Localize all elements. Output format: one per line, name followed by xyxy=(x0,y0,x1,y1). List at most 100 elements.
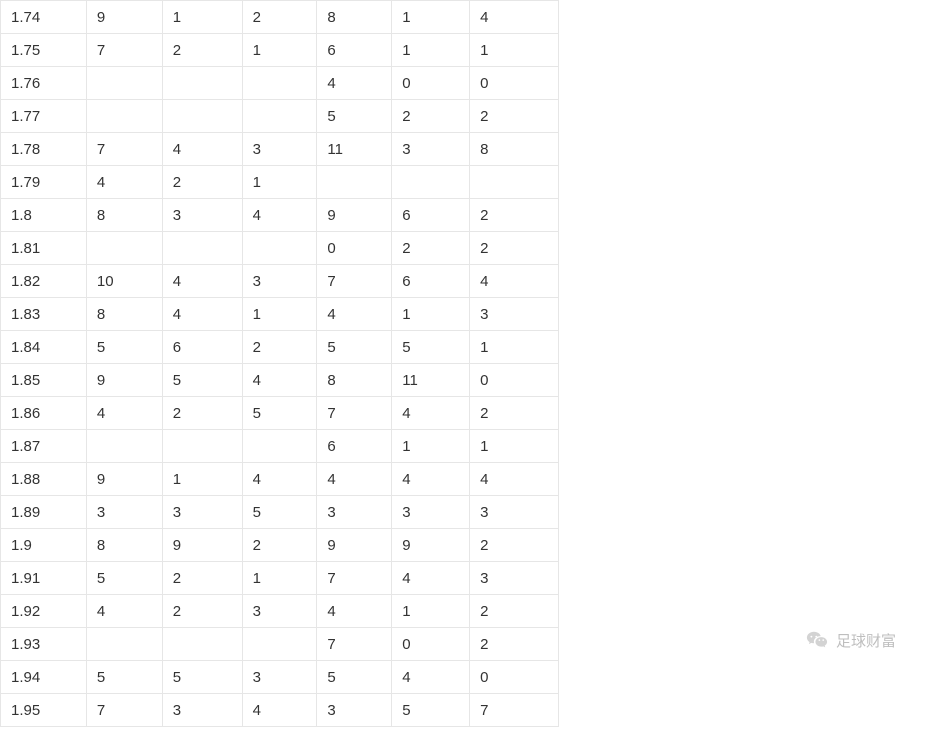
table-cell: 1.95 xyxy=(1,694,87,727)
table-cell: 0 xyxy=(392,67,470,100)
table-cell: 5 xyxy=(86,661,162,694)
table-cell: 3 xyxy=(317,496,392,529)
table-cell: 5 xyxy=(317,100,392,133)
table-cell: 1 xyxy=(470,430,559,463)
table-cell: 7 xyxy=(317,397,392,430)
table-cell: 5 xyxy=(392,331,470,364)
table-cell: 5 xyxy=(162,364,242,397)
table-cell: 7 xyxy=(470,694,559,727)
table-cell: 0 xyxy=(470,661,559,694)
table-cell: 8 xyxy=(86,298,162,331)
table-cell: 1.86 xyxy=(1,397,87,430)
table-cell xyxy=(86,232,162,265)
table-cell: 4 xyxy=(242,199,317,232)
table-row: 1.83841413 xyxy=(1,298,559,331)
table-cell xyxy=(470,166,559,199)
table-cell: 0 xyxy=(470,67,559,100)
table-row: 1.77522 xyxy=(1,100,559,133)
table-cell: 6 xyxy=(162,331,242,364)
table-cell: 6 xyxy=(392,265,470,298)
table-cell: 5 xyxy=(317,331,392,364)
table-cell: 3 xyxy=(242,661,317,694)
table-cell: 1.94 xyxy=(1,661,87,694)
table-cell: 3 xyxy=(242,265,317,298)
table-cell: 0 xyxy=(317,232,392,265)
table-cell: 4 xyxy=(242,364,317,397)
table-cell xyxy=(86,100,162,133)
table-cell: 3 xyxy=(242,595,317,628)
table-row: 1.74912814 xyxy=(1,1,559,34)
table-cell xyxy=(86,430,162,463)
table-cell: 1.74 xyxy=(1,1,87,34)
table-cell xyxy=(86,628,162,661)
table-cell: 1 xyxy=(392,34,470,67)
table-row: 1.91521743 xyxy=(1,562,559,595)
table-cell: 1 xyxy=(470,34,559,67)
table-cell: 5 xyxy=(242,397,317,430)
table-cell: 5 xyxy=(86,331,162,364)
table-cell: 1 xyxy=(162,463,242,496)
table-cell xyxy=(162,100,242,133)
table-cell: 2 xyxy=(162,595,242,628)
table-cell: 3 xyxy=(162,199,242,232)
table-cell: 9 xyxy=(392,529,470,562)
table-cell: 7 xyxy=(317,265,392,298)
table-cell: 1.91 xyxy=(1,562,87,595)
table-cell: 2 xyxy=(470,628,559,661)
table-row: 1.9892992 xyxy=(1,529,559,562)
data-table: 1.749128141.757216111.764001.775221.7874… xyxy=(0,0,559,727)
table-cell: 3 xyxy=(162,496,242,529)
table-cell: 9 xyxy=(317,199,392,232)
table-row: 1.79421 xyxy=(1,166,559,199)
table-cell: 7 xyxy=(86,133,162,166)
table-cell: 3 xyxy=(392,496,470,529)
table-row: 1.92423412 xyxy=(1,595,559,628)
table-cell xyxy=(242,232,317,265)
table-cell: 4 xyxy=(470,463,559,496)
table-cell: 1 xyxy=(242,166,317,199)
table-cell: 4 xyxy=(317,595,392,628)
table-cell: 1.8 xyxy=(1,199,87,232)
table-cell: 1.93 xyxy=(1,628,87,661)
table-row: 1.94553540 xyxy=(1,661,559,694)
table-cell: 1.82 xyxy=(1,265,87,298)
table-row: 1.84562551 xyxy=(1,331,559,364)
table-cell: 1 xyxy=(242,562,317,595)
table-cell: 2 xyxy=(470,100,559,133)
table-cell: 1.83 xyxy=(1,298,87,331)
table-cell: 4 xyxy=(242,694,317,727)
table-cell: 4 xyxy=(317,298,392,331)
table-cell: 5 xyxy=(392,694,470,727)
table-cell: 4 xyxy=(242,463,317,496)
table-cell xyxy=(242,430,317,463)
table-cell: 1.87 xyxy=(1,430,87,463)
table-row: 1.8834962 xyxy=(1,199,559,232)
table-cell: 3 xyxy=(86,496,162,529)
table-cell: 4 xyxy=(392,562,470,595)
table-cell: 1 xyxy=(392,430,470,463)
table-cell: 0 xyxy=(392,628,470,661)
table-cell xyxy=(242,100,317,133)
table-cell: 1.89 xyxy=(1,496,87,529)
table-cell: 2 xyxy=(470,199,559,232)
table-cell: 1.9 xyxy=(1,529,87,562)
table-cell: 1 xyxy=(162,1,242,34)
table-cell: 2 xyxy=(242,1,317,34)
table-cell xyxy=(162,67,242,100)
table-cell: 2 xyxy=(162,34,242,67)
table-cell: 1.85 xyxy=(1,364,87,397)
table-cell: 4 xyxy=(392,397,470,430)
table-row: 1.93702 xyxy=(1,628,559,661)
table-cell: 8 xyxy=(317,364,392,397)
table-cell: 9 xyxy=(317,529,392,562)
table-cell: 1.81 xyxy=(1,232,87,265)
table-cell: 1 xyxy=(392,298,470,331)
table-cell xyxy=(162,232,242,265)
table-cell: 10 xyxy=(86,265,162,298)
table-cell: 1.88 xyxy=(1,463,87,496)
table-cell: 3 xyxy=(162,694,242,727)
table-cell: 1.78 xyxy=(1,133,87,166)
table-cell: 6 xyxy=(317,34,392,67)
table-cell: 2 xyxy=(470,529,559,562)
data-table-wrap: 1.749128141.757216111.764001.775221.7874… xyxy=(0,0,936,727)
